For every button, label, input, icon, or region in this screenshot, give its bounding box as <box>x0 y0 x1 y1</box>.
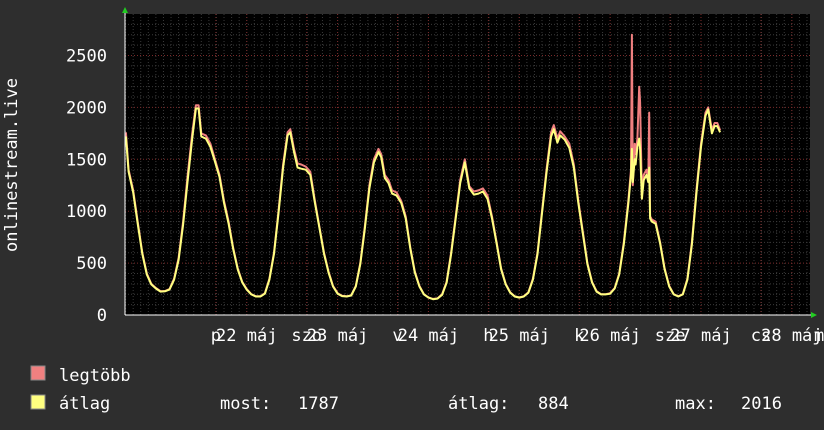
y-tick-label: 500 <box>76 254 107 274</box>
y-tick-label: 1000 <box>66 202 107 222</box>
stat-most-label: most: <box>220 394 271 414</box>
x-tick-label: 25 máj <box>489 326 550 346</box>
legend-swatch-atlag <box>30 394 46 410</box>
legend-swatch-legtobb <box>30 365 46 381</box>
legend-label-legtobb: legtöbb <box>59 366 131 386</box>
stat-most-value: 1787 <box>298 394 339 414</box>
chart: 0 500 1000 1500 2000 2500 p22 máj szo23 máj v24… <box>2 7 824 414</box>
legend: legtöbb átlag <box>30 365 131 414</box>
stat-max-value: 2016 <box>741 394 782 414</box>
stat-atlag-label: átlag: <box>448 394 509 414</box>
x-tick-label: 27 máj <box>670 326 731 346</box>
x-tick-label: 23 máj <box>307 326 368 346</box>
stat-atlag-value: 884 <box>538 394 569 414</box>
y-axis-label: onlinestream.live <box>2 78 22 252</box>
x-tick-labels: p22 máj szo23 máj v24 máj h25 máj k26 máj sze… <box>211 326 824 346</box>
plot-background <box>125 14 810 315</box>
legend-label-atlag: átlag <box>59 394 110 414</box>
x-tick-label: 22 máj <box>216 326 277 346</box>
stats: most: 1787 átlag: 884 max: 2016 <box>220 394 782 414</box>
x-tick-label: 26 máj <box>579 326 640 346</box>
y-tick-label: 2500 <box>66 47 107 67</box>
y-tick-label: 2000 <box>66 98 107 118</box>
x-axis-arrow <box>811 312 817 318</box>
x-tick-label: 24 máj <box>398 326 459 346</box>
y-tick-label: 1500 <box>66 150 107 170</box>
y-tick-label: 0 <box>97 306 107 326</box>
x-tick-label-truncated: m <box>814 326 824 346</box>
y-tick-labels: 0 500 1000 1500 2000 2500 <box>66 47 107 326</box>
stat-max-label: max: <box>675 394 716 414</box>
y-axis-arrow <box>122 7 128 13</box>
